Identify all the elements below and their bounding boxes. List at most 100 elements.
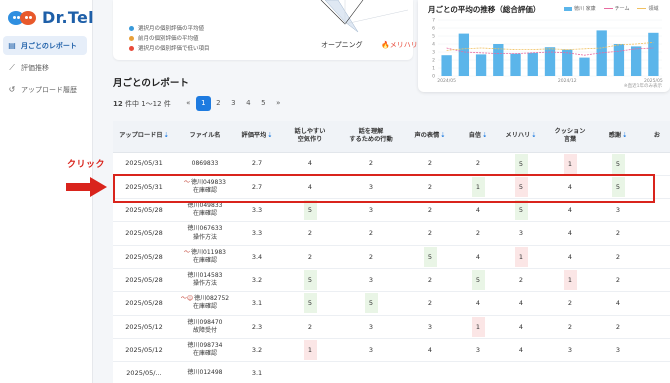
score-cell: 4 [595,291,641,316]
app-logo[interactable]: Dr.Tel [8,8,94,27]
sort-icon: ⇣ [482,132,488,140]
next-page-button[interactable]: » [271,96,286,111]
upload-date-cell: 2025/05/31 [113,152,175,176]
score-cell: 4 [497,338,545,363]
column-header[interactable]: 自信⇣ [459,121,497,153]
score-cell: 4 [545,198,595,223]
score-cell: 4 [401,338,459,363]
score-cell: 3 [341,198,401,223]
sidebar-item-upload-history[interactable]: ↺ アップロード履歴 [3,80,87,99]
bar [458,33,470,76]
score-cell [595,361,641,383]
pagination: 12 件中 1〜12 件 « 1 2 3 4 5 » [113,96,286,111]
report-table-container: アップロード日⇣ ファイル名 評価平均⇣ 話しやすい 空気作り 話を理解 するための行動 声の… [113,121,670,383]
table-row[interactable]: 2025/05/28 徳川049833 在庫確認 3.3 5 3 2 4 5 4 3 [113,198,670,223]
table-row[interactable]: 2025/05/28 徳川014583 操作方法 3.2 5 3 2 5 2 1 2 [113,268,670,293]
column-header[interactable]: ファイル名 [175,121,235,153]
page-button-3[interactable]: 3 [226,96,241,111]
flame-icon: 🔥 [381,41,390,49]
score-cell [641,175,670,200]
score-cell: 3 [341,338,401,363]
page-button-2[interactable]: 2 [211,96,226,111]
y-tick-label: 1 [432,66,435,72]
average-score-cell: 3.2 [235,268,279,293]
sidebar-item-label: アップロード履歴 [21,85,77,94]
file-name-cell: 徳川098470 故障受付 [175,315,235,339]
score-cell: 2 [341,245,401,269]
score-cell: 3 [341,315,401,339]
sidebar-nav: ▤ 月ごとのレポート ⟋ 評価推移 ↺ アップロード履歴 [3,36,87,102]
sort-icon: ⇣ [531,132,537,140]
column-header[interactable]: メリハリ⇣ [497,121,545,153]
score-cell: 5 [595,152,641,176]
score-cell [641,338,670,363]
score-cell: 1 [497,245,545,269]
column-header[interactable]: 話を理解 するための行動 [341,121,401,153]
bar [613,44,625,76]
bar [475,54,487,76]
score-cell: 5 [401,245,459,269]
average-score-cell: 2.3 [235,315,279,339]
bar [596,30,607,76]
table-row[interactable]: 2025/05/28 〜徳川011983 在庫確認 3.4 2 2 5 4 1 4 2 [113,245,670,269]
score-cell [459,361,497,383]
document-icon: ▤ [8,41,16,50]
score-cell: 2 [341,152,401,176]
column-header[interactable]: 声の表情⇣ [401,121,459,153]
score-cell [401,361,459,383]
sidebar-item-trend[interactable]: ⟋ 評価推移 [3,58,87,77]
score-cell: 1 [459,175,497,200]
score-cell: 4 [545,245,595,269]
upload-date-cell: 2025/05/12 [113,338,175,363]
legend-dot-red [129,45,134,51]
column-header[interactable]: お [641,121,670,153]
column-header[interactable]: 感謝⇣ [595,121,641,153]
table-row[interactable]: 2025/05/31 0869833 2.7 4 2 2 2 5 1 5 [113,152,670,176]
table-row[interactable]: 2025/05/... 徳川012498 3.1 [113,361,670,383]
upload-date-cell: 2025/05/28 [113,268,175,293]
table-row[interactable]: 2025/05/31 〜徳川049833 在庫確認 2.7 4 3 2 1 5 4 5 [113,175,670,200]
page-button-4[interactable]: 4 [241,96,256,111]
score-cell: 5 [497,198,545,223]
score-cell: 2 [401,152,459,176]
score-cell: 3 [341,175,401,200]
brand-name: Dr.Tel [42,8,94,27]
column-header[interactable]: クッション 言葉 [545,121,595,153]
table-row[interactable]: 2025/05/12 徳川098734 在庫確認 3.2 1 3 4 3 4 3 3 [113,338,670,363]
table-row[interactable]: 2025/05/12 徳川098470 故障受付 2.3 2 3 3 1 4 2 2 [113,315,670,339]
score-cell: 4 [497,291,545,316]
upload-date-cell: 2025/05/31 [113,175,175,200]
x-tick-label: 2024/05 [437,78,456,84]
page-button-1[interactable]: 1 [195,96,211,111]
column-header[interactable]: 評価平均⇣ [235,121,279,153]
page-button-5[interactable]: 5 [256,96,271,111]
sidebar-item-monthly-report[interactable]: ▤ 月ごとのレポート [3,36,87,55]
sort-icon: ⇣ [440,132,446,140]
column-header[interactable]: アップロード日⇣ [113,121,175,153]
file-name-cell: 徳川067633 操作方法 [175,221,235,246]
column-header[interactable]: 話しやすい 空気作り [279,121,341,153]
result-count: 12 件中 1〜12 件 [113,99,171,108]
table-row[interactable]: 2025/05/28 徳川067633 操作方法 3.3 2 2 2 2 3 4 2 [113,221,670,246]
legend-current-avg: 選択月の個別評価の平均値 [129,24,204,32]
score-cell: 2 [595,268,641,293]
radar-axis-label-merihari: 🔥メリハリ [381,41,418,49]
file-name-cell: 0869833 [175,152,235,176]
legend-prev-avg: 前月の個別評価の平均値 [129,34,199,42]
table-row[interactable]: 2025/05/28 〜☺徳川082752 在庫確認 3.1 5 5 2 4 4 2 4 [113,291,670,316]
bar [648,32,659,76]
score-cell: 2 [401,268,459,293]
score-cell: 4 [459,198,497,223]
score-cell [279,361,341,383]
average-score-cell: 3.3 [235,198,279,223]
score-cell: 3 [595,338,641,363]
score-cell: 2 [401,198,459,223]
radar-card: 選択月の個別評価の平均値 前月の個別評価の平均値 選択月の個別評価で低い項目 オ… [113,0,418,60]
score-cell: 3 [459,338,497,363]
sort-icon: ⇣ [622,132,628,140]
score-cell: 2 [401,175,459,200]
upload-date-cell: 2025/05/12 [113,315,175,339]
status-mark-icon: 〜 [184,248,191,256]
prev-page-button[interactable]: « [181,96,196,111]
legend-low-item: 選択月の個別評価で低い項目 [129,44,210,52]
